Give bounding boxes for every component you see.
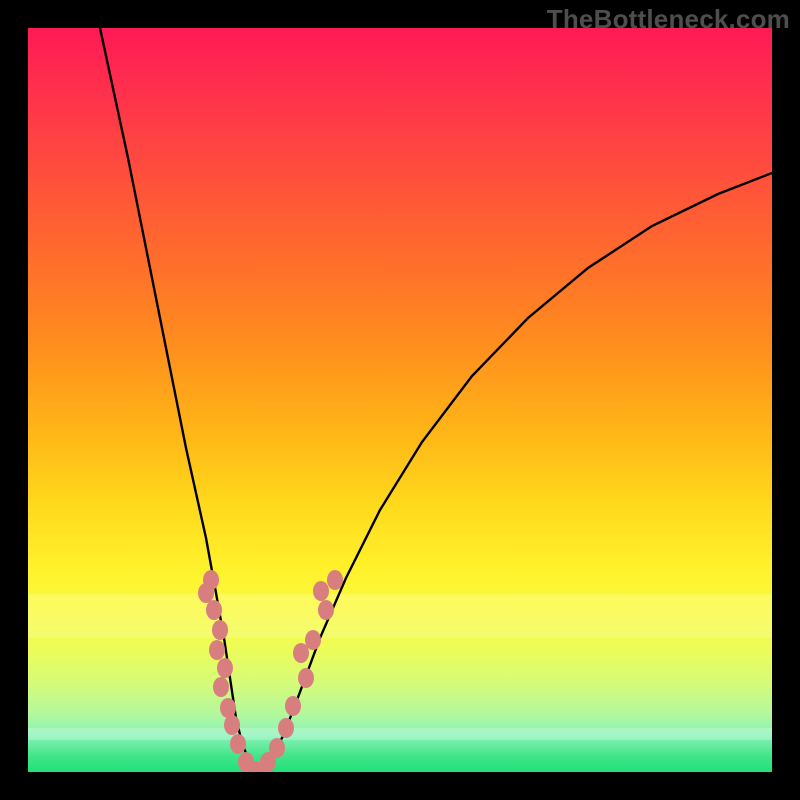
curve-marker (212, 620, 228, 640)
chart-frame: TheBottleneck.com (0, 0, 800, 800)
curve-marker (285, 696, 301, 716)
watermark-text: TheBottleneck.com (547, 4, 790, 35)
curve-marker (206, 600, 222, 620)
curve-marker (278, 718, 294, 738)
bottleneck-curve (28, 28, 772, 772)
curve-marker (305, 630, 321, 650)
plot-area (28, 28, 772, 772)
curve-marker (318, 600, 334, 620)
curve-marker (224, 715, 240, 735)
curve-marker (213, 677, 229, 697)
curve-marker (217, 658, 233, 678)
curve-marker (313, 581, 329, 601)
curve-marker (230, 734, 246, 754)
curve-marker (269, 738, 285, 758)
curve-marker (209, 640, 225, 660)
curve-marker (327, 570, 343, 590)
curve-marker (298, 668, 314, 688)
